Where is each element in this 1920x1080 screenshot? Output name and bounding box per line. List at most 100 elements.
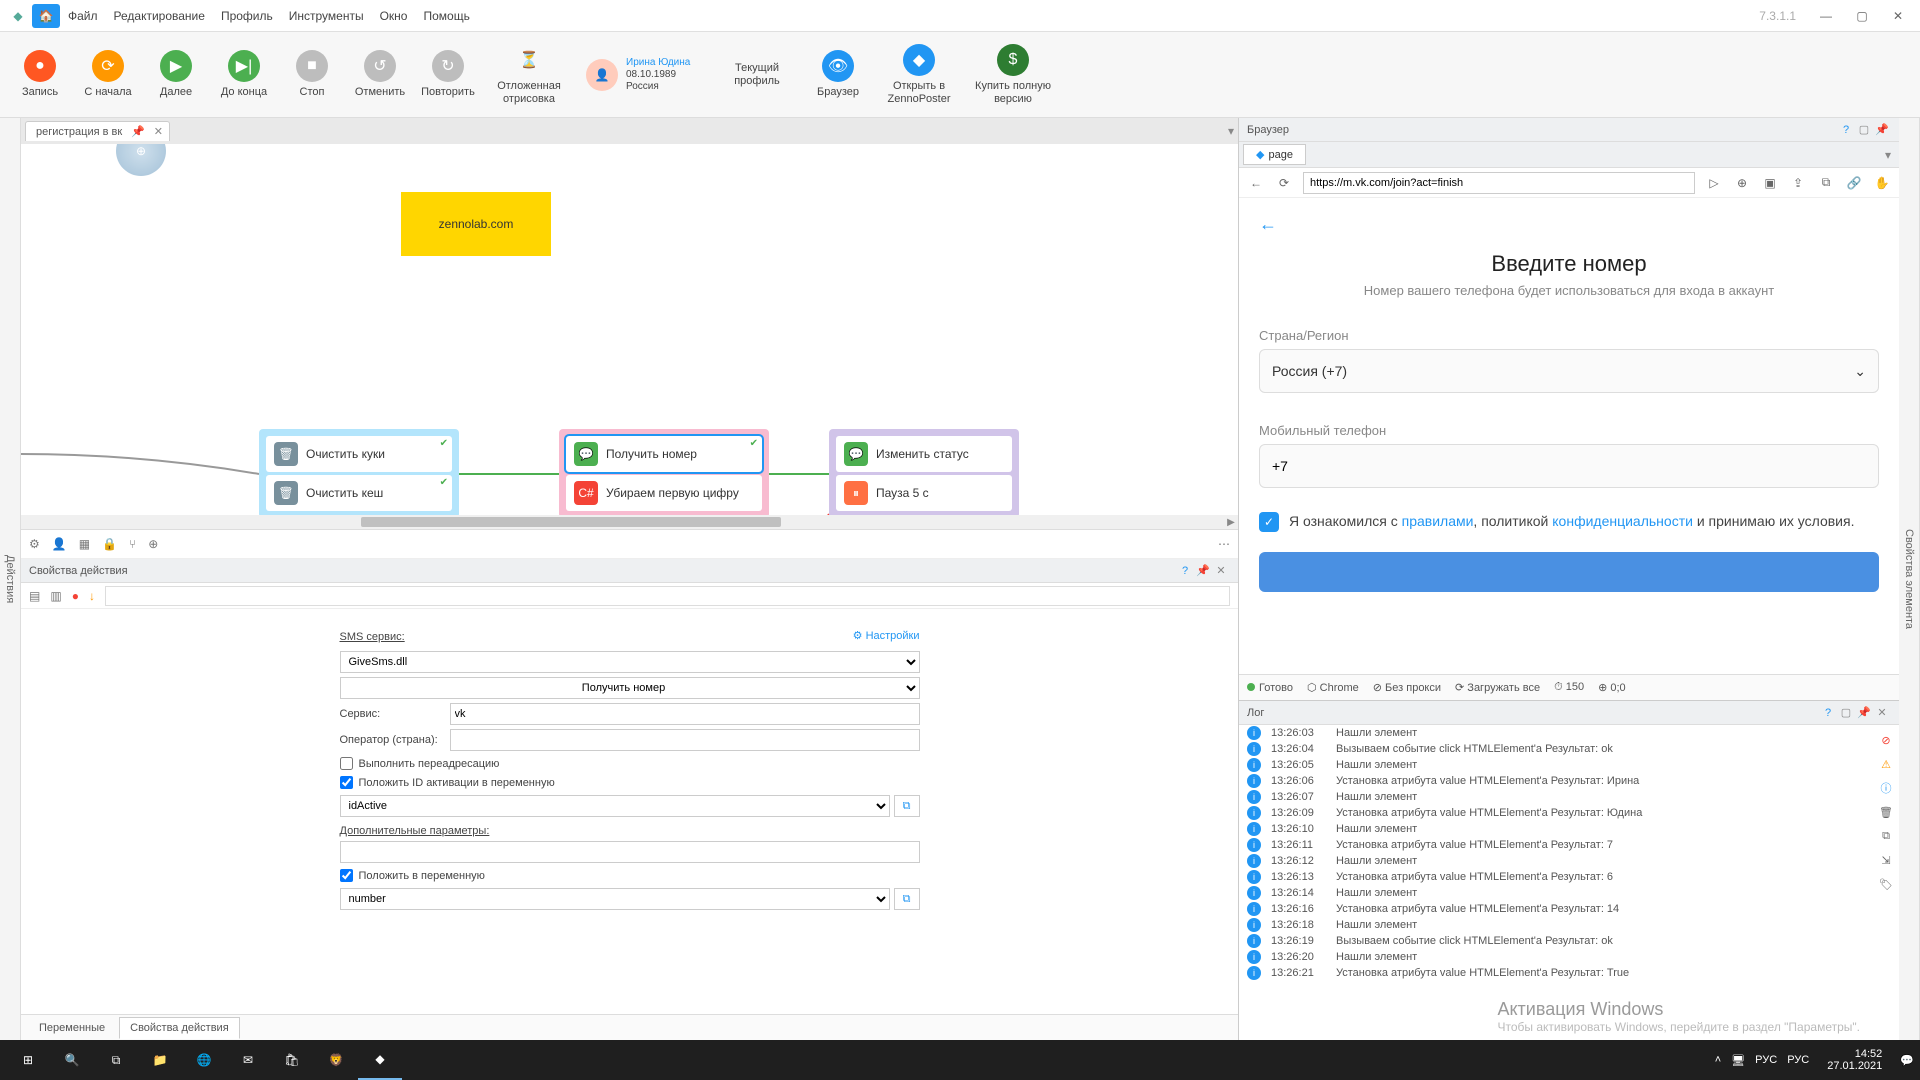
- put-id-checkbox[interactable]: [340, 776, 353, 789]
- block-clear[interactable]: 🗑Очистить куки✔ 🗑Очистить кеш✔: [259, 429, 459, 518]
- error-filter-icon[interactable]: ⊘: [1877, 731, 1895, 749]
- log-row[interactable]: i13:26:10Нашли элемент: [1239, 821, 1899, 837]
- open-zp-button[interactable]: ◆Открыть в ZennoPoster: [874, 44, 964, 104]
- browser-button[interactable]: 👁Браузер: [806, 50, 870, 98]
- clear-icon[interactable]: 🗑: [1877, 803, 1895, 821]
- block-phone[interactable]: 💬Получить номер✔ C#Убираем первую цифру: [559, 429, 769, 518]
- current-profile-button[interactable]: Текущий профиль: [712, 62, 802, 86]
- buy-button[interactable]: $Купить полную версию: [968, 44, 1058, 104]
- tab-close-icon[interactable]: ✕: [154, 125, 163, 138]
- grid-icon[interactable]: ▦: [79, 537, 90, 551]
- add-icon[interactable]: ⊕: [148, 537, 158, 551]
- mail-icon[interactable]: ✉: [226, 1040, 270, 1080]
- deferred-draw-button[interactable]: ⏳Отложенная отрисовка: [484, 44, 574, 104]
- repeat-button[interactable]: ↻Повторить: [416, 50, 480, 98]
- list2-icon[interactable]: ▥: [50, 589, 61, 603]
- info-filter-icon[interactable]: ⓘ: [1877, 779, 1895, 797]
- log-row[interactable]: i13:26:09Установка атрибута value HTMLEl…: [1239, 805, 1899, 821]
- plus-icon[interactable]: ⊕: [1733, 176, 1751, 190]
- action-clear-cache[interactable]: 🗑Очистить кеш✔: [266, 475, 452, 511]
- action-select[interactable]: Получить номер: [340, 677, 920, 699]
- help-icon[interactable]: ?: [1837, 124, 1855, 136]
- submit-button[interactable]: [1259, 552, 1879, 592]
- menu-tools[interactable]: Инструменты: [289, 9, 364, 23]
- operator-input[interactable]: [450, 729, 920, 751]
- more-icon[interactable]: ⋯: [1218, 537, 1230, 551]
- start-button[interactable]: ⊞: [6, 1040, 50, 1080]
- var-select[interactable]: number: [340, 888, 890, 910]
- hand-icon[interactable]: ✋: [1873, 176, 1891, 190]
- tab-dropdown-icon[interactable]: ▾: [1885, 148, 1891, 162]
- action-get-number[interactable]: 💬Получить номер✔: [566, 436, 762, 472]
- log-body[interactable]: ⊘ ⚠ ⓘ 🗑 ⧉ ⇲ 🏷 i13:26:03Нашли элементi13:…: [1239, 725, 1899, 1040]
- agree-checkbox[interactable]: ✓: [1259, 512, 1279, 532]
- arrow-down-icon[interactable]: ↓: [89, 589, 95, 603]
- extra-input[interactable]: [340, 841, 920, 863]
- country-select[interactable]: Россия (+7)⌄: [1259, 349, 1879, 393]
- put-var-checkbox[interactable]: [340, 869, 353, 882]
- actions-sidebar[interactable]: Действия: [0, 118, 21, 1040]
- log-row[interactable]: i13:26:12Нашли элемент: [1239, 853, 1899, 869]
- log-row[interactable]: i13:26:19Вызываем событие click HTMLElem…: [1239, 933, 1899, 949]
- pin-icon[interactable]: 📌: [1873, 123, 1891, 136]
- gear-icon[interactable]: ⚙: [29, 537, 40, 551]
- help-icon[interactable]: ?: [1176, 565, 1194, 577]
- page-back-icon[interactable]: ←: [1259, 214, 1879, 235]
- edge-icon[interactable]: 🌐: [182, 1040, 226, 1080]
- back-icon[interactable]: ←: [1247, 176, 1265, 190]
- send-icon[interactable]: ⇪: [1789, 176, 1807, 190]
- log-row[interactable]: i13:26:06Установка атрибута value HTMLEl…: [1239, 773, 1899, 789]
- project-tab[interactable]: регистрация в вк 📌 ✕: [25, 121, 170, 141]
- close-icon[interactable]: ✕: [1212, 564, 1230, 577]
- copy-icon[interactable]: ⧉: [1817, 175, 1835, 190]
- tag-icon[interactable]: 🏷: [1877, 875, 1895, 893]
- lock-icon[interactable]: 🔒: [102, 537, 117, 551]
- record-button[interactable]: ●Запись: [8, 50, 72, 98]
- explorer-icon[interactable]: 📁: [138, 1040, 182, 1080]
- restore-icon[interactable]: ▢: [1837, 706, 1855, 719]
- link-icon[interactable]: 🔗: [1845, 176, 1863, 190]
- browser-content[interactable]: ← Введите номер Номер вашего телефона бу…: [1239, 198, 1899, 674]
- maximize-button[interactable]: ▢: [1844, 2, 1880, 30]
- menu-profile[interactable]: Профиль: [221, 9, 273, 23]
- phone-input[interactable]: [1259, 444, 1879, 488]
- copy-icon[interactable]: ⧉: [1877, 827, 1895, 845]
- clock[interactable]: 14:5227.01.2021: [1827, 1048, 1882, 1072]
- help-icon[interactable]: ?: [1819, 707, 1837, 719]
- tree-icon[interactable]: ⑂: [129, 537, 136, 551]
- warn-filter-icon[interactable]: ⚠: [1877, 755, 1895, 773]
- tab-props[interactable]: Свойства действия: [119, 1017, 240, 1039]
- log-row[interactable]: i13:26:05Нашли элемент: [1239, 757, 1899, 773]
- home-button[interactable]: 🏠: [32, 4, 60, 28]
- log-row[interactable]: i13:26:21Установка атрибута value HTMLEl…: [1239, 965, 1899, 981]
- pin-icon[interactable]: 📌: [1855, 706, 1873, 719]
- close-button[interactable]: ✕: [1880, 2, 1916, 30]
- tab-variables[interactable]: Переменные: [29, 1018, 115, 1038]
- redirect-checkbox[interactable]: [340, 757, 353, 770]
- search-icon[interactable]: 🔍: [50, 1040, 94, 1080]
- menu-file[interactable]: Файл: [68, 9, 98, 23]
- reload-icon[interactable]: ⟳: [1275, 176, 1293, 190]
- export-icon[interactable]: ⇲: [1877, 851, 1895, 869]
- menu-window[interactable]: Окно: [380, 9, 408, 23]
- lang2[interactable]: РУС: [1787, 1054, 1809, 1066]
- dll-select[interactable]: GiveSms.dll: [340, 651, 920, 673]
- action-csharp[interactable]: C#Убираем первую цифру: [566, 475, 762, 511]
- service-input[interactable]: [450, 703, 920, 725]
- notifications-icon[interactable]: 💬: [1900, 1054, 1914, 1067]
- action-pause[interactable]: ⏸Пауза 5 с: [836, 475, 1012, 511]
- store-icon[interactable]: 🛍: [270, 1040, 314, 1080]
- to-end-button[interactable]: ▶|До конца: [212, 50, 276, 98]
- start-node[interactable]: zennolab.com: [401, 192, 551, 256]
- pin-icon[interactable]: 📌: [131, 126, 145, 138]
- canvas[interactable]: ⊕ zennolab.com 🗑Очистить куки✔ 🗑Очистить…: [21, 144, 1238, 529]
- copy-icon[interactable]: ⧉: [894, 888, 920, 910]
- action-clear-cookies[interactable]: 🗑Очистить куки✔: [266, 436, 452, 472]
- log-row[interactable]: i13:26:14Нашли элемент: [1239, 885, 1899, 901]
- idvar-select[interactable]: idActive: [340, 795, 890, 817]
- tray-chevron-icon[interactable]: ˄: [1715, 1054, 1721, 1066]
- cancel-button[interactable]: ↺Отменить: [348, 50, 412, 98]
- zenno-icon[interactable]: ◆: [358, 1040, 402, 1080]
- log-row[interactable]: i13:26:04Вызываем событие click HTMLElem…: [1239, 741, 1899, 757]
- restart-button[interactable]: ⟳С начала: [76, 50, 140, 98]
